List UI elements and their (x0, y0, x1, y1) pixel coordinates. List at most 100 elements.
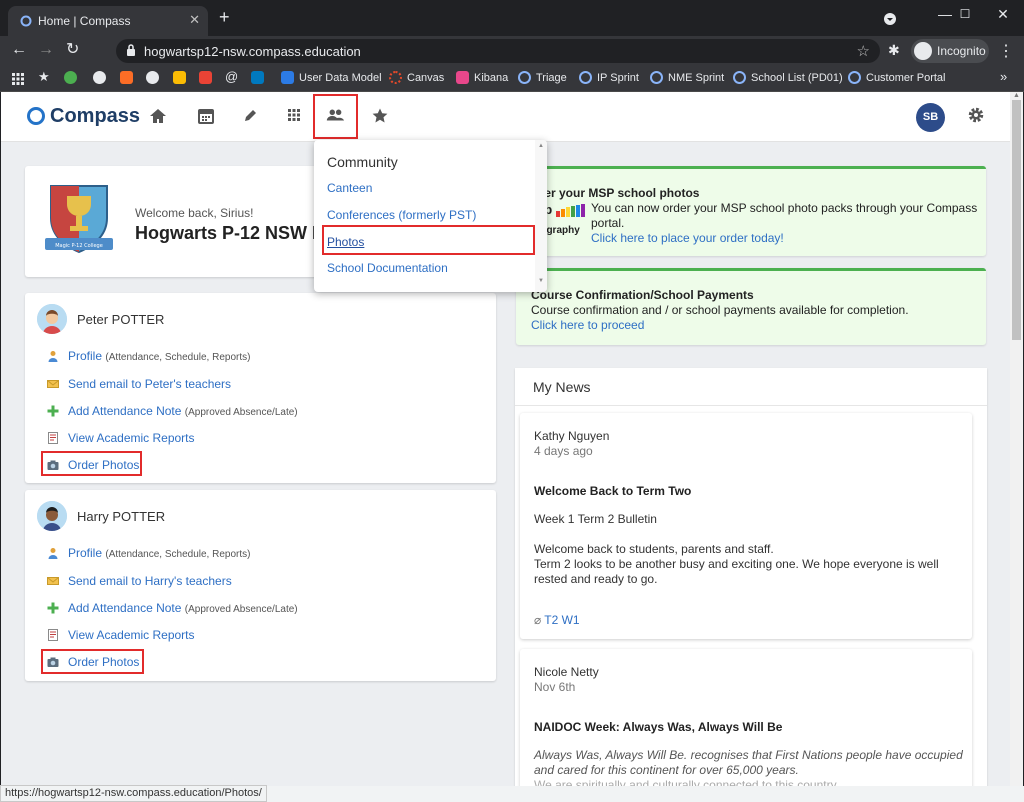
bookmark-star-icon[interactable]: ☆ (857, 42, 870, 60)
page-scrollbar[interactable]: ▲ (1010, 92, 1023, 786)
new-tab-button[interactable]: + (219, 8, 230, 26)
bookmark-trello-icon[interactable] (251, 71, 269, 87)
menu-item-photos[interactable]: Photos (327, 235, 364, 249)
bookmark-kibana[interactable]: Kibana (456, 71, 508, 87)
bookmark-user-data-model[interactable]: User Data Model (281, 71, 382, 87)
news-body: Always Was, Always Will Be. recognises t… (534, 748, 963, 777)
star-icon[interactable] (370, 107, 390, 125)
news-item[interactable]: Nicole Netty Nov 6th NAIDOC Week: Always… (520, 649, 972, 786)
back-button[interactable]: ← (11, 41, 27, 59)
bookmark-star-icon[interactable]: ★ (38, 69, 50, 85)
link-label: Send email to Harry's teachers (68, 574, 232, 588)
camera-icon (47, 657, 59, 667)
payments-banner-text: Course confirmation and / or school paym… (531, 303, 909, 317)
community-heading: Community (327, 154, 398, 170)
link-note: (Approved Absence/Late) (184, 604, 298, 615)
bookmark-globe-icon[interactable] (146, 71, 164, 87)
envelope-icon (47, 380, 59, 388)
bookmark-triage[interactable]: Triage (518, 71, 567, 87)
gear-icon[interactable] (967, 106, 985, 124)
link-note: (Attendance, Schedule, Reports) (105, 352, 251, 363)
compass-logo-icon (27, 107, 45, 125)
forward-button[interactable]: → (38, 41, 54, 59)
community-icon[interactable] (325, 106, 345, 124)
browser-tab[interactable]: Home | Compass ✕ (8, 6, 208, 36)
menu-item-conferences[interactable]: Conferences (formerly PST) (327, 208, 476, 222)
reload-button[interactable]: ↻ (66, 41, 79, 59)
payments-proceed-link[interactable]: Click here to proceed (531, 318, 644, 332)
bookmark-at-icon[interactable]: @ (225, 69, 238, 85)
news-attachment-link[interactable]: ⌀ T2 W1 (534, 613, 580, 627)
compass-icon (650, 71, 663, 84)
student-link-profile[interactable]: Profile (Attendance, Schedule, Reports) (47, 349, 250, 363)
bookmark-check-icon[interactable] (64, 71, 82, 87)
bookmark-nme-sprint[interactable]: NME Sprint (650, 71, 724, 87)
envelope-icon (47, 577, 59, 585)
news-date: Nov 6th (534, 680, 576, 694)
bookmark-label: Customer Portal (866, 72, 946, 84)
logo-text: Compass (50, 105, 141, 127)
user-avatar[interactable]: SB (916, 103, 945, 132)
news-item[interactable]: Kathy Nguyen 4 days ago Welcome Back to … (520, 413, 972, 639)
menu-item-canteen[interactable]: Canteen (327, 181, 372, 195)
home-icon[interactable] (148, 107, 168, 125)
maximize-button[interactable]: ☐ (945, 0, 985, 30)
bookmark-globe-icon[interactable] (93, 71, 111, 87)
bookmark-drive-icon[interactable] (173, 71, 191, 87)
bookmarks-bar: ★ @ User Data Model Canvas Kibana Triage… (0, 66, 1024, 92)
student-link-order-photos[interactable]: Order Photos (47, 655, 139, 669)
bookmarks-overflow-button[interactable]: » (1000, 69, 1007, 85)
bookmark-label: Triage (536, 72, 567, 84)
tab-close-icon[interactable]: ✕ (189, 12, 200, 28)
link-label: Profile (68, 546, 103, 560)
menu-item-school-documentation[interactable]: School Documentation (327, 261, 448, 275)
link-note: (Attendance, Schedule, Reports) (105, 549, 251, 560)
address-bar[interactable]: hogwartsp12-nsw.compass.education ☆ (116, 39, 880, 63)
browser-tabstrip: Home | Compass ✕ + — ☐ ✕ (0, 0, 1024, 36)
pencil-icon[interactable] (240, 107, 260, 125)
bookmark-ip-sprint[interactable]: IP Sprint (579, 71, 639, 87)
attachment-label: T2 W1 (544, 613, 580, 627)
student-link-email[interactable]: Send email to Harry's teachers (47, 574, 232, 588)
school-name: Hogwarts P-12 NSW Po (135, 223, 336, 243)
student-avatar (37, 501, 67, 531)
calendar-icon[interactable] (196, 107, 216, 125)
student-link-attendance-note[interactable]: Add Attendance Note (Approved Absence/La… (47, 601, 298, 615)
student-link-order-photos[interactable]: Order Photos (47, 458, 139, 472)
apps-icon[interactable] (12, 73, 24, 85)
browser-menu-icon[interactable]: ⋮ (998, 41, 1014, 61)
photos-banner-text: portal. (591, 216, 625, 230)
student-link-profile[interactable]: Profile (Attendance, Schedule, Reports) (47, 546, 250, 560)
dropdown-scrollbar[interactable]: ▲ ▼ (535, 140, 547, 292)
scrollbar-thumb[interactable] (1012, 100, 1021, 340)
incognito-badge[interactable]: Incognito (911, 39, 989, 63)
bookmark-gitlab-icon[interactable] (120, 71, 138, 87)
student-link-academic-reports[interactable]: View Academic Reports (47, 628, 195, 642)
link-note: (Approved Absence/Late) (184, 407, 298, 418)
bookmark-school-list[interactable]: School List (PD01) (733, 71, 843, 87)
student-link-email[interactable]: Send email to Peter's teachers (47, 377, 231, 391)
bookmark-calendar-icon[interactable] (199, 71, 217, 87)
scroll-up-icon[interactable]: ▲ (1013, 92, 1020, 99)
tab-search-icon[interactable] (884, 13, 896, 25)
news-author: Nicole Netty (534, 665, 599, 679)
status-url: https://hogwartsp12-nsw.compass.educatio… (0, 785, 267, 802)
student-card: Harry POTTER Profile (Attendance, Schedu… (25, 490, 496, 681)
bookmark-customer-portal[interactable]: Customer Portal (848, 71, 945, 87)
bookmark-label: User Data Model (299, 72, 382, 84)
bookmark-canvas[interactable]: Canvas (389, 71, 444, 87)
scroll-up-icon[interactable]: ▲ (538, 143, 544, 149)
msp-logo-stripes-icon (556, 204, 585, 217)
crest-motto: Magic P-12 College (55, 243, 103, 249)
close-window-button[interactable]: ✕ (983, 0, 1023, 30)
news-subtitle: Week 1 Term 2 Bulletin (534, 512, 657, 526)
student-link-attendance-note[interactable]: Add Attendance Note (Approved Absence/La… (47, 404, 298, 418)
report-icon (48, 629, 58, 641)
apps-grid-icon[interactable] (284, 107, 304, 123)
link-label: Add Attendance Note (68, 601, 182, 615)
student-link-academic-reports[interactable]: View Academic Reports (47, 431, 195, 445)
welcome-greeting: Welcome back, Sirius! (135, 206, 254, 220)
photos-order-link[interactable]: Click here to place your order today! (591, 231, 784, 245)
extensions-icon[interactable]: ✱ (888, 42, 900, 59)
scroll-down-icon[interactable]: ▼ (538, 278, 544, 284)
